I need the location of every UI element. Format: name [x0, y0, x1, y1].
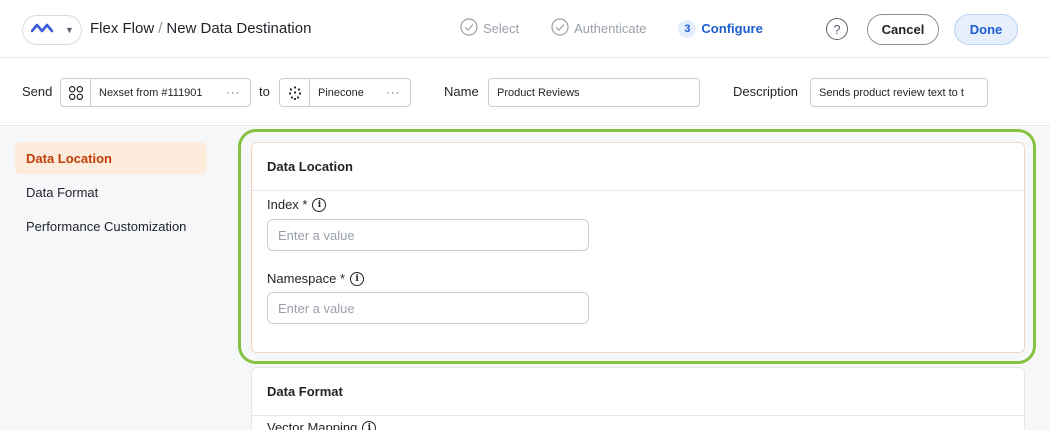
namespace-input[interactable] — [267, 292, 589, 324]
send-config-row: Send Nexset from #111901 ··· to Pinecone… — [0, 59, 1050, 126]
source-nexset-select[interactable]: Nexset from #111901 ··· — [60, 78, 251, 107]
step-select[interactable]: Select — [460, 18, 519, 39]
breadcrumb: Flex Flow / New Data Destination — [90, 20, 311, 37]
check-circle-icon — [460, 18, 478, 39]
done-button[interactable]: Done — [954, 14, 1018, 45]
info-icon[interactable]: i — [362, 420, 377, 430]
step-number-badge: 3 — [678, 19, 697, 38]
data-location-card: Data Location Index * i Namespace * i — [251, 142, 1025, 353]
namespace-field-label: Namespace * i — [267, 271, 365, 286]
step-authenticate[interactable]: Authenticate — [551, 18, 646, 39]
name-input[interactable]: Product Reviews — [488, 78, 700, 107]
pinecone-logo-icon — [280, 79, 310, 106]
data-format-card: Data Format Vector Mapping i — [251, 367, 1025, 430]
source-nexset-value: Nexset from #111901 — [99, 86, 203, 99]
flow-logo-icon — [30, 21, 54, 40]
main-content: Data Location Data Format Performance Cu… — [0, 127, 1050, 430]
name-label: Name — [444, 84, 479, 99]
step-authenticate-label: Authenticate — [574, 21, 647, 36]
data-location-title: Data Location — [252, 143, 1024, 191]
destination-value: Pinecone — [318, 86, 364, 99]
chevron-down-icon: ▼ — [65, 25, 74, 35]
grid-icon — [61, 79, 91, 106]
check-circle-icon — [551, 18, 569, 39]
index-label-text: Index * — [267, 197, 308, 212]
step-select-label: Select — [483, 21, 520, 36]
nav-item-data-location[interactable]: Data Location — [15, 142, 207, 174]
nav-item-data-format[interactable]: Data Format — [15, 176, 207, 208]
wizard-steps: Select Authenticate 3 Configure — [460, 18, 763, 39]
vector-mapping-field-label: Vector Mapping i — [267, 420, 377, 430]
more-options-icon[interactable]: ··· — [226, 87, 250, 99]
more-options-icon[interactable]: ··· — [386, 87, 410, 99]
question-mark-icon: ? — [833, 21, 841, 37]
step-configure[interactable]: 3 Configure — [678, 19, 763, 38]
destination-select[interactable]: Pinecone ··· — [279, 78, 411, 107]
info-icon[interactable]: i — [350, 271, 365, 286]
description-input[interactable]: Sends product review text to t — [810, 78, 988, 107]
info-icon[interactable]: i — [312, 197, 327, 212]
data-format-title: Data Format — [252, 368, 1024, 416]
index-input[interactable] — [267, 219, 589, 251]
breadcrumb-app[interactable]: Flex Flow — [90, 20, 154, 37]
nav-item-performance-customization[interactable]: Performance Customization — [15, 210, 207, 242]
page-title: New Data Destination — [166, 20, 312, 37]
namespace-label-text: Namespace * — [267, 271, 346, 286]
app-switcher-button[interactable]: ▼ — [22, 15, 82, 45]
vector-mapping-label-text: Vector Mapping — [267, 420, 358, 430]
to-label: to — [259, 84, 270, 99]
description-label: Description — [733, 84, 799, 99]
section-nav: Data Location Data Format Performance Cu… — [15, 142, 207, 244]
help-button[interactable]: ? — [826, 18, 848, 40]
top-bar: ▼ Flex Flow / New Data Destination Select … — [0, 0, 1050, 58]
step-configure-label: Configure — [701, 21, 763, 36]
index-field-label: Index * i — [267, 197, 327, 212]
cancel-button[interactable]: Cancel — [867, 14, 939, 45]
send-label: Send — [22, 84, 53, 99]
breadcrumb-separator: / — [158, 20, 163, 37]
